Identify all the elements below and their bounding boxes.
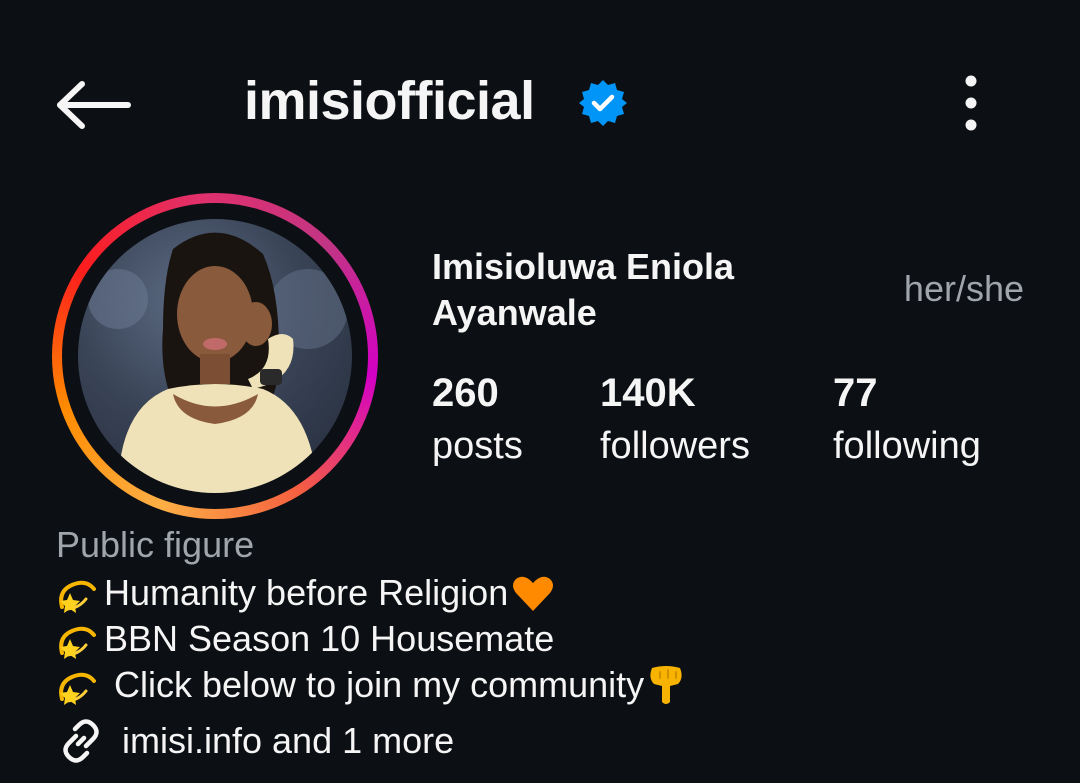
- verified-badge-icon: [579, 80, 627, 126]
- link-icon: [63, 719, 99, 763]
- profile-page: imisiofficial Imisioluwa Eniola Ayanwale…: [0, 0, 1080, 783]
- profile-category: Public figure: [56, 524, 255, 565]
- followers-stat[interactable]: 140K followers: [600, 368, 750, 474]
- following-count: 77: [833, 371, 878, 415]
- bio-line: BBN Season 10 Housemate: [56, 616, 686, 662]
- bio-text: Humanity before Religion: [104, 572, 509, 613]
- following-stat[interactable]: 77 following: [833, 368, 981, 474]
- dizzy-emoji-icon: [59, 672, 96, 705]
- bio: Humanity before Religion BBN Season 10 H…: [56, 570, 686, 708]
- arrow-left-icon: [57, 81, 131, 129]
- full-name: Imisioluwa Eniola Ayanwale: [432, 246, 735, 333]
- link-text: imisi.info and 1 more: [122, 720, 455, 761]
- backhand-pointing-down-icon: [650, 666, 682, 704]
- more-options-button[interactable]: [946, 70, 996, 136]
- back-button[interactable]: [52, 70, 138, 140]
- posts-count: 260: [432, 371, 499, 415]
- avatar: [78, 219, 352, 493]
- avatar-story-ring[interactable]: [52, 193, 378, 519]
- followers-label: followers: [600, 425, 750, 467]
- posts-label: posts: [432, 425, 523, 467]
- pronouns: her/she: [903, 268, 1024, 309]
- profile-photo: [88, 232, 348, 493]
- posts-stat[interactable]: 260 posts: [432, 368, 523, 474]
- bio-text: Click below to join my community: [104, 664, 645, 705]
- more-vertical-icon: [965, 75, 977, 131]
- orange-heart-icon: [513, 576, 554, 611]
- dizzy-emoji-icon: [59, 580, 96, 613]
- dizzy-emoji-icon: [59, 626, 96, 659]
- external-link[interactable]: imisi.info and 1 more: [56, 716, 454, 766]
- bio-text: BBN Season 10 Housemate: [104, 618, 555, 659]
- username: imisiofficial: [244, 71, 535, 131]
- following-label: following: [833, 425, 981, 467]
- bio-line: Click below to join my community: [56, 662, 686, 708]
- followers-count: 140K: [600, 371, 696, 415]
- bio-line: Humanity before Religion: [56, 570, 686, 616]
